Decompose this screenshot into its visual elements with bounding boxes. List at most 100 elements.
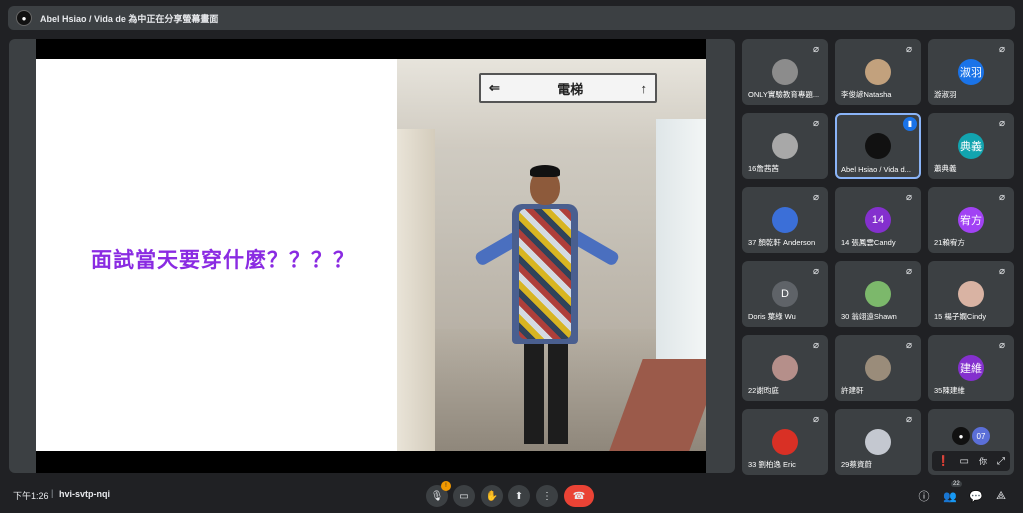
mic-muted-icon: ⌀ bbox=[812, 340, 820, 351]
info-icon: ⓘ bbox=[918, 491, 930, 503]
participant-avatar bbox=[772, 59, 798, 85]
presenting-text: Abel Hsiao / Vida de 為中正在分享螢幕畫面 bbox=[40, 13, 219, 24]
people-icon: 👥 bbox=[943, 490, 957, 503]
participant-name: 游淑羽 bbox=[934, 90, 957, 99]
participant-tile[interactable]: ▮ Abel Hsiao / Vida d... bbox=[835, 113, 921, 179]
mic-muted-icon: ⌀ bbox=[812, 44, 820, 55]
participant-tile[interactable]: ⌀ 典義 蕭典義 bbox=[928, 113, 1014, 179]
speaking-indicator-icon: ▮ bbox=[903, 117, 917, 131]
participant-avatar: D bbox=[772, 281, 798, 307]
presenting-bar: ● Abel Hsiao / Vida de 為中正在分享螢幕畫面 bbox=[8, 6, 1015, 30]
mic-muted-icon: ⌀ bbox=[812, 414, 820, 425]
slide-headline: 面試當天要穿什麼？？？？ bbox=[91, 249, 355, 272]
participant-tile[interactable]: ⌀ 22謝昀庭 bbox=[742, 335, 828, 401]
participant-tile[interactable]: ⌀ 33 劉柏逸 Eric bbox=[742, 409, 828, 475]
participant-avatar: 典義 bbox=[958, 133, 984, 159]
participant-name: Doris 葉綠 Wu bbox=[748, 312, 796, 321]
participant-name: 李俊諺Natasha bbox=[841, 90, 892, 99]
meeting-details-button[interactable]: ⓘ bbox=[915, 487, 933, 505]
participant-name: ONLY實驗教育專題... bbox=[748, 90, 820, 99]
mic-muted-icon: ⌀ bbox=[998, 340, 1006, 351]
elevator-sign: ⇐ 電梯 ↑ bbox=[479, 73, 657, 103]
elevator-sign-text: 電梯 bbox=[557, 81, 584, 97]
expand-icon[interactable]: ⤢ bbox=[997, 456, 1005, 467]
mic-muted-icon: ⌀ bbox=[905, 414, 913, 425]
self-view-tile[interactable]: ● 07 ❗ ▭ 你 ⤢ bbox=[928, 409, 1014, 475]
camera-button[interactable]: ▭ bbox=[453, 485, 475, 507]
participant-avatar bbox=[865, 133, 891, 159]
mic-muted-icon: ⌀ bbox=[905, 340, 913, 351]
mic-muted-icon: ⌀ bbox=[812, 118, 820, 129]
slide-text-area: 面試當天要穿什麼？？？？ bbox=[36, 59, 397, 451]
chat-icon: 💬 bbox=[969, 490, 983, 503]
participant-name: 16詹茜茜 bbox=[748, 164, 779, 173]
mic-muted-icon: ⌀ bbox=[998, 266, 1006, 277]
participant-name: 30 翁翊遠Shawn bbox=[841, 312, 897, 321]
participant-avatar bbox=[958, 281, 984, 307]
end-call-button[interactable]: ☎ bbox=[564, 485, 594, 507]
participant-name: 許建軒 bbox=[841, 386, 864, 395]
alert-icon[interactable]: ❗ bbox=[937, 456, 949, 467]
participant-tile[interactable]: ⌀ 30 翁翊遠Shawn bbox=[835, 261, 921, 327]
participant-tile[interactable]: ⌀ 建維 35陳建維 bbox=[928, 335, 1014, 401]
clock: 下午1:26 bbox=[13, 491, 49, 501]
mic-muted-icon: ⌀ bbox=[905, 44, 913, 55]
participant-name: 蕭典義 bbox=[934, 164, 957, 173]
self-label: 你 bbox=[978, 456, 987, 466]
participant-tile[interactable]: ⌀ ONLY實驗教育專題... bbox=[742, 39, 828, 105]
participant-tile[interactable]: ⌀ 宥方 21賴宥方 bbox=[928, 187, 1014, 253]
participant-tile[interactable]: ⌀ 15 楊子嫻Cindy bbox=[928, 261, 1014, 327]
raise-hand-button[interactable]: ✋ bbox=[481, 485, 503, 507]
person-badge-vest bbox=[519, 209, 571, 339]
activities-icon: ⟁ bbox=[996, 489, 1006, 502]
more-vert-icon: ⋮ bbox=[542, 490, 552, 502]
participant-name: 14 張鳳雲Candy bbox=[841, 238, 896, 247]
overflow-count: 07 bbox=[972, 427, 990, 445]
presentation-slide: 面試當天要穿什麼？？？？ ⇐ 電梯 ↑ bbox=[36, 39, 706, 473]
present-button[interactable]: ⬆ bbox=[508, 485, 530, 507]
mic-icon: 🎙 bbox=[430, 490, 444, 502]
participant-name: 35陳建維 bbox=[934, 386, 965, 395]
participant-name: 33 劉柏逸 Eric bbox=[748, 460, 796, 469]
participant-tile[interactable]: ⌀ 許建軒 bbox=[835, 335, 921, 401]
arrow-left-icon: ⇐ bbox=[489, 80, 500, 95]
camera-off-icon[interactable]: ▭ bbox=[959, 456, 968, 467]
people-button[interactable]: 👥 22 bbox=[941, 481, 962, 505]
mic-button[interactable]: 🎙 ! bbox=[426, 481, 451, 507]
mic-muted-icon: ⌀ bbox=[905, 266, 913, 277]
participant-avatar bbox=[772, 355, 798, 381]
hand-icon: ✋ bbox=[485, 490, 499, 502]
participant-name: 15 楊子嫻Cindy bbox=[934, 312, 987, 321]
overflow-avatar: ● bbox=[952, 427, 970, 445]
participant-tile[interactable]: ⌀ 16詹茜茜 bbox=[742, 113, 828, 179]
participant-tile[interactable]: ⌀ 14 14 張鳳雲Candy bbox=[835, 187, 921, 253]
participant-avatar bbox=[772, 207, 798, 233]
mic-warning-badge: ! bbox=[441, 481, 451, 491]
mic-muted-icon: ⌀ bbox=[905, 192, 913, 203]
participant-name: Abel Hsiao / Vida d... bbox=[841, 165, 911, 174]
participant-tile[interactable]: ⌀ 37 顏乾軒 Anderson bbox=[742, 187, 828, 253]
self-view-controls: ❗ ▭ 你 ⤢ bbox=[932, 451, 1010, 471]
phone-hangup-icon: ☎ bbox=[572, 490, 586, 502]
participant-name: 22謝昀庭 bbox=[748, 386, 779, 395]
mic-muted-icon: ⌀ bbox=[998, 44, 1006, 55]
participant-tile[interactable]: ⌀ 淑羽 游淑羽 bbox=[928, 39, 1014, 105]
participant-avatar: 14 bbox=[865, 207, 891, 233]
presenter-avatar: ● bbox=[16, 10, 32, 26]
arrow-up-icon: ↑ bbox=[640, 80, 647, 96]
chat-button[interactable]: 💬 bbox=[967, 487, 985, 505]
participant-avatar: 宥方 bbox=[958, 207, 984, 233]
participant-tile[interactable]: ⌀ 李俊諺Natasha bbox=[835, 39, 921, 105]
overflow-avatars: ● 07 bbox=[952, 427, 990, 445]
participant-tile[interactable]: ⌀ 29蔡資蔚 bbox=[835, 409, 921, 475]
camera-icon: ▭ bbox=[459, 490, 469, 502]
more-options-button[interactable]: ⋮ bbox=[536, 485, 558, 507]
participant-avatar bbox=[865, 281, 891, 307]
shared-screen-stage[interactable]: 面試當天要穿什麼？？？？ ⇐ 電梯 ↑ bbox=[9, 39, 735, 473]
present-icon: ⬆ bbox=[514, 490, 524, 502]
activities-button[interactable]: ⟁ bbox=[992, 487, 1010, 505]
participant-avatar bbox=[772, 133, 798, 159]
participant-avatar: 淑羽 bbox=[958, 59, 984, 85]
separator: | bbox=[51, 488, 54, 498]
participant-tile[interactable]: ⌀ D Doris 葉綠 Wu bbox=[742, 261, 828, 327]
